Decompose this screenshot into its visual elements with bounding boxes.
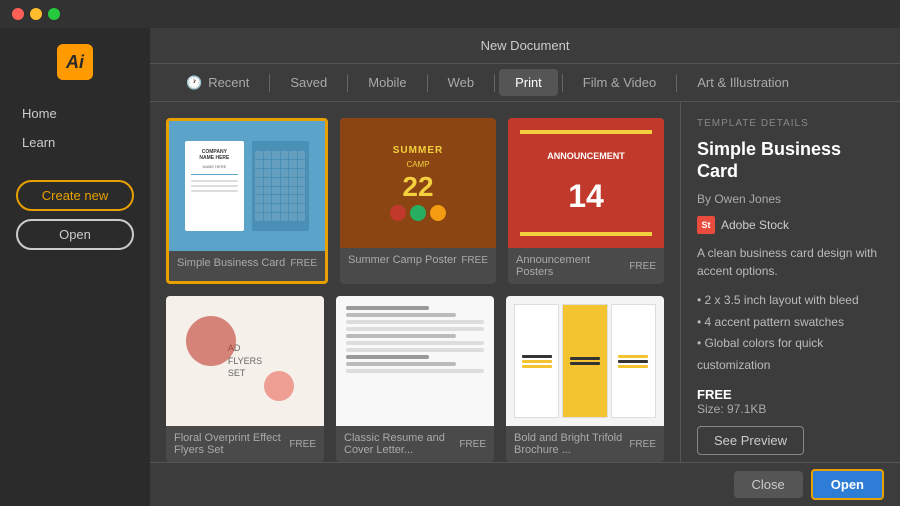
- card-thumb-resume: [336, 296, 494, 426]
- card-label-summer: Summer Camp Poster FREE: [340, 248, 496, 272]
- dialog-title: New Document: [481, 38, 570, 53]
- card-label-trifold: Bold and Bright Trifold Brochure ... FRE…: [506, 426, 664, 462]
- bullet-2: 4 accent pattern swatches: [697, 312, 884, 334]
- tab-art-illustration[interactable]: Art & Illustration: [681, 69, 805, 96]
- adobe-stock-icon: St: [697, 216, 715, 234]
- card-label-biz: Simple Business Card FREE: [169, 251, 325, 275]
- trifold-visual: [506, 296, 664, 426]
- biz-card-front: COMPANYNAME HERE NAME HERE: [185, 141, 244, 231]
- dialog-titlebar: New Document: [150, 28, 900, 64]
- resume-visual: [336, 296, 494, 426]
- titlebar: [0, 0, 900, 28]
- card-label-resume: Classic Resume and Cover Letter... FREE: [336, 426, 494, 462]
- biz-card-back: [252, 141, 309, 231]
- maximize-traffic-light[interactable]: [48, 8, 60, 20]
- sidebar-item-learn[interactable]: Learn: [12, 129, 138, 156]
- open-button[interactable]: Open: [16, 219, 134, 250]
- details-panel: TEMPLATE DETAILS Simple Business Card By…: [680, 102, 900, 462]
- tab-mobile[interactable]: Mobile: [352, 69, 422, 96]
- tab-bar: 🕐 Recent Saved Mobile Web Print Film & V…: [150, 64, 900, 102]
- template-card-floral[interactable]: ADFLYERSSET Floral Overprint Effect Flye…: [166, 296, 324, 462]
- tab-divider-3: [427, 74, 428, 92]
- tab-divider-6: [676, 74, 677, 92]
- announcement-visual: ANNOUNCEMENT 14: [508, 118, 664, 248]
- summer-camp-visual: SUMMER CAMP 22: [340, 118, 496, 248]
- card-thumb-announce: ANNOUNCEMENT 14: [508, 118, 664, 248]
- template-grid: COMPANYNAME HERE NAME HERE: [150, 102, 680, 462]
- details-price: FREE Size: 97.1KB: [697, 387, 884, 416]
- card-thumb-floral: ADFLYERSSET: [166, 296, 324, 426]
- tab-divider-4: [494, 74, 495, 92]
- sidebar-item-home[interactable]: Home: [12, 100, 138, 127]
- template-card-resume[interactable]: Classic Resume and Cover Letter... FREE: [336, 296, 494, 462]
- template-card-summer-camp[interactable]: SUMMER CAMP 22 Summer Camp Poster: [340, 118, 496, 284]
- minimize-traffic-light[interactable]: [30, 8, 42, 20]
- tab-saved[interactable]: Saved: [274, 69, 343, 96]
- card-label-floral: Floral Overprint Effect Flyers Set FREE: [166, 426, 324, 462]
- open-main-button[interactable]: Open: [811, 469, 884, 500]
- template-card-business-card[interactable]: COMPANYNAME HERE NAME HERE: [166, 118, 328, 284]
- tab-print[interactable]: Print: [499, 69, 558, 96]
- content-area: COMPANYNAME HERE NAME HERE: [150, 102, 900, 462]
- bullet-3: Global colors for quick customization: [697, 333, 884, 376]
- details-section-label: TEMPLATE DETAILS: [697, 118, 884, 129]
- card-thumb-summer: SUMMER CAMP 22: [340, 118, 496, 248]
- tab-recent[interactable]: 🕐 Recent: [170, 69, 265, 97]
- details-bullets: 2 x 3.5 inch layout with bleed 4 accent …: [697, 290, 884, 376]
- card-thumb-trifold: [506, 296, 664, 426]
- clock-icon: 🕐: [186, 75, 202, 91]
- app-logo: Ai: [57, 44, 93, 80]
- template-card-trifold[interactable]: Bold and Bright Trifold Brochure ... FRE…: [506, 296, 664, 462]
- details-author: By Owen Jones: [697, 192, 884, 206]
- sidebar: Ai Home Learn Create new Open: [0, 28, 150, 506]
- tab-film-video[interactable]: Film & Video: [567, 69, 672, 96]
- details-description: A clean business card design with accent…: [697, 244, 884, 280]
- tab-divider-2: [347, 74, 348, 92]
- close-traffic-light[interactable]: [12, 8, 24, 20]
- biz-card-visual: COMPANYNAME HERE NAME HERE: [169, 121, 325, 251]
- bottom-bar: Close Open: [150, 462, 900, 506]
- details-title: Simple Business Card: [697, 139, 884, 182]
- create-new-button[interactable]: Create new: [16, 180, 134, 211]
- template-card-announcement[interactable]: ANNOUNCEMENT 14 Announcement Posters FRE…: [508, 118, 664, 284]
- tab-web[interactable]: Web: [432, 69, 491, 96]
- traffic-lights: [12, 8, 60, 20]
- sidebar-actions: Create new Open: [0, 180, 150, 250]
- template-row-2: ADFLYERSSET Floral Overprint Effect Flye…: [166, 296, 664, 462]
- bullet-1: 2 x 3.5 inch layout with bleed: [697, 290, 884, 312]
- sidebar-nav: Home Learn: [0, 100, 150, 156]
- floral-visual: ADFLYERSSET: [166, 296, 324, 426]
- card-thumb-biz: COMPANYNAME HERE NAME HERE: [169, 121, 325, 251]
- tab-divider-5: [562, 74, 563, 92]
- see-preview-button[interactable]: See Preview: [697, 426, 804, 455]
- close-button[interactable]: Close: [734, 471, 803, 498]
- card-label-announce: Announcement Posters FREE: [508, 248, 664, 284]
- adobe-stock-label: Adobe Stock: [721, 218, 789, 232]
- template-row-1: COMPANYNAME HERE NAME HERE: [166, 118, 664, 284]
- tab-divider: [269, 74, 270, 92]
- main-dialog: New Document 🕐 Recent Saved Mobile Web P…: [150, 28, 900, 506]
- adobe-stock-badge: St Adobe Stock: [697, 216, 884, 234]
